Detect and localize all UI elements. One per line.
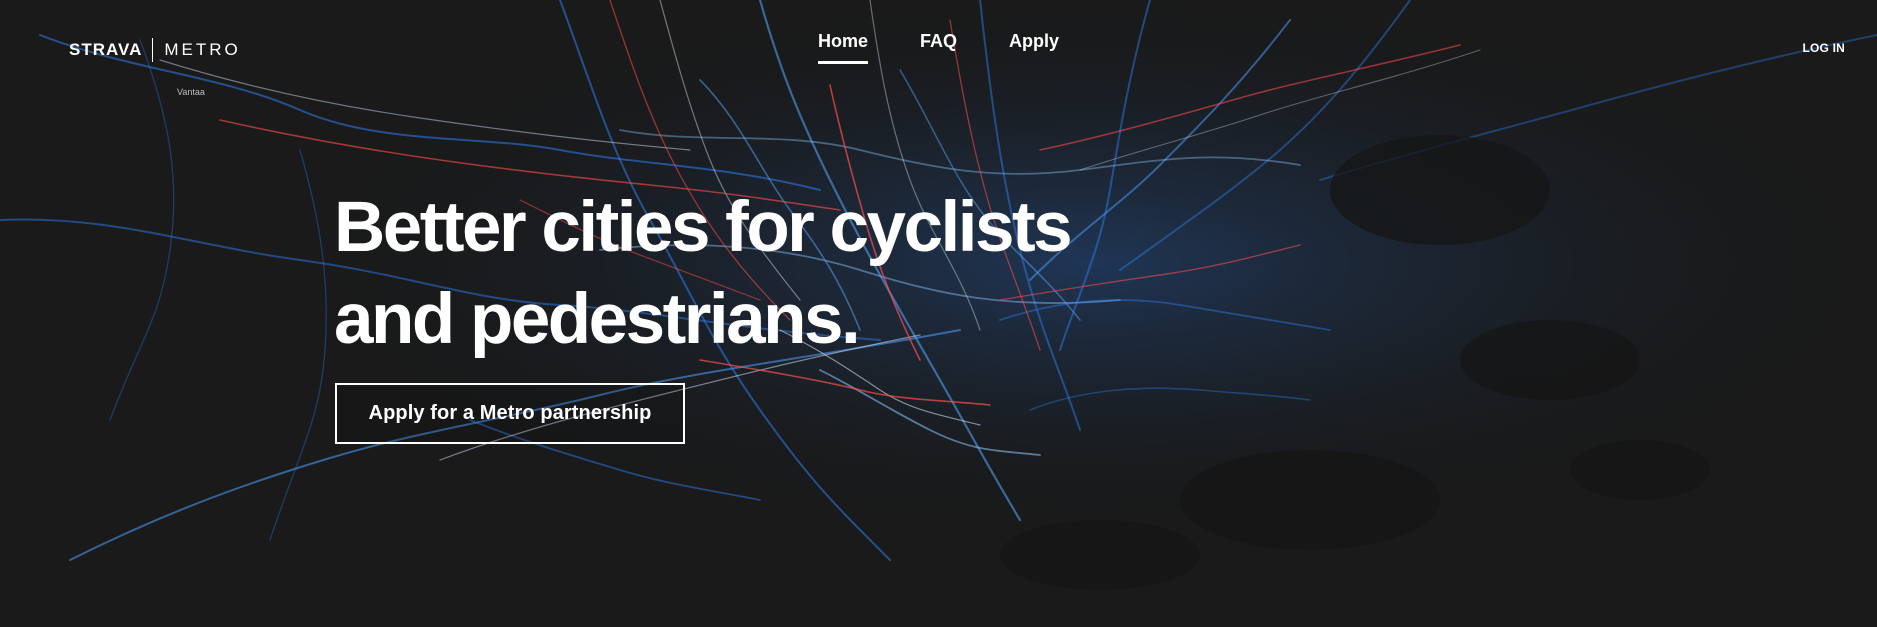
nav-home[interactable]: Home xyxy=(818,31,869,64)
hero-headline: Better cities for cyclists and pedestria… xyxy=(334,182,1234,366)
top-navigation-bar: STRAVA METRO Home FAQ Apply LOG IN xyxy=(0,0,1877,96)
apply-partnership-button[interactable]: Apply for a Metro partnership xyxy=(335,383,685,444)
hero-section: Vantaa STRAVA METRO Home FAQ Apply LOG I… xyxy=(0,0,1877,627)
logo-strava-wordmark: STRAVA xyxy=(69,40,143,59)
logo-divider xyxy=(152,38,154,62)
nav-apply[interactable]: Apply xyxy=(1009,31,1059,64)
login-link[interactable]: LOG IN xyxy=(1802,41,1845,55)
nav-faq[interactable]: FAQ xyxy=(920,31,957,64)
main-navigation: Home FAQ Apply xyxy=(818,31,1111,64)
strava-metro-logo[interactable]: STRAVA METRO xyxy=(69,38,241,62)
logo-metro-wordmark: METRO xyxy=(164,40,241,59)
headline-line-1: Better cities for cyclists xyxy=(334,188,1073,267)
headline-line-2: and pedestrians. xyxy=(334,280,861,359)
